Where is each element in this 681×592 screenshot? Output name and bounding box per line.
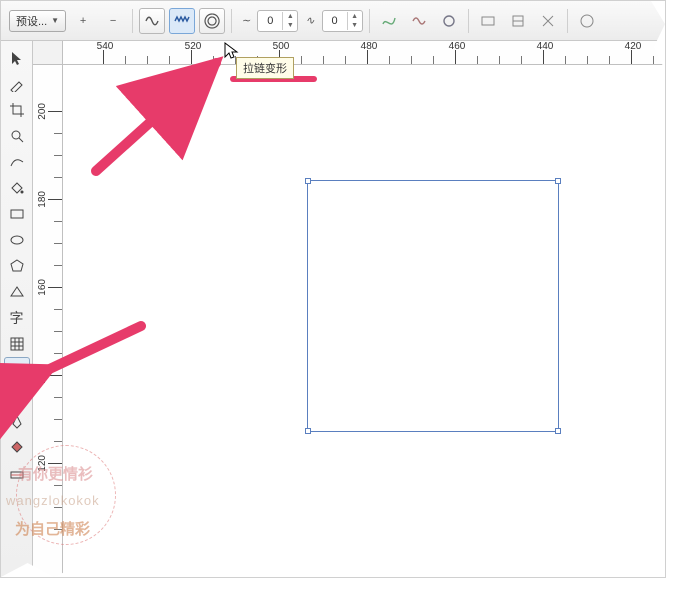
twister-distort-icon: [203, 12, 221, 30]
zipper-distort-icon: [173, 12, 191, 30]
option-a-icon: [479, 12, 497, 30]
frequency-spinner[interactable]: 0 ▲▼: [322, 10, 363, 32]
spinner-down-icon[interactable]: ▼: [283, 21, 297, 30]
handle-top-right[interactable]: [555, 178, 561, 184]
smooth-distort-button[interactable]: [406, 8, 432, 34]
interactive-fill-tool[interactable]: [4, 461, 30, 487]
vertical-ruler[interactable]: 200180160140120: [33, 65, 63, 577]
magnifier-icon: [9, 128, 25, 144]
random-distort-button[interactable]: [376, 8, 402, 34]
rectangle-tool[interactable]: [4, 201, 30, 227]
handle-bottom-right[interactable]: [555, 428, 561, 434]
add-preset-button[interactable]: +: [70, 8, 96, 34]
toolbox: 字: [1, 41, 33, 577]
bucket-icon: [9, 180, 25, 196]
push-pull-distort-icon: [143, 12, 161, 30]
random-icon: [380, 12, 398, 30]
separator: [567, 9, 568, 33]
pick-tool[interactable]: [4, 45, 30, 71]
separator: [132, 9, 133, 33]
crop-tool[interactable]: [4, 97, 30, 123]
option-d-icon: [578, 12, 596, 30]
ruler-origin[interactable]: [33, 41, 63, 65]
ellipse-tool[interactable]: [4, 227, 30, 253]
smooth-icon: [410, 12, 428, 30]
rectangle-icon: [9, 206, 25, 222]
fill-tool[interactable]: [4, 435, 30, 461]
tooltip: 拉链变形: [236, 57, 294, 79]
plus-icon: +: [80, 15, 86, 27]
separator: [468, 9, 469, 33]
distort-tool-icon: [8, 361, 26, 379]
shape-edit-icon: [9, 76, 25, 92]
ellipse-icon: [9, 232, 25, 248]
shape-tool[interactable]: [4, 71, 30, 97]
polygon-tool[interactable]: [4, 253, 30, 279]
outline-tool[interactable]: [4, 409, 30, 435]
amplitude-value: 0: [258, 15, 282, 27]
frequency-value: 0: [323, 15, 347, 27]
horizontal-ruler[interactable]: 540520500480460440420: [63, 41, 665, 65]
text-tool[interactable]: 字: [4, 305, 30, 331]
twister-distort-button[interactable]: [199, 8, 225, 34]
selected-rectangle-shape[interactable]: [307, 180, 559, 432]
text-icon: 字: [10, 308, 24, 328]
drawing-canvas[interactable]: [63, 65, 665, 577]
option-a-button[interactable]: [475, 8, 501, 34]
smart-fill-tool[interactable]: [4, 175, 30, 201]
amplitude-spinner[interactable]: 0 ▲▼: [257, 10, 298, 32]
frequency-icon: ∿: [305, 14, 314, 27]
spinner-up-icon[interactable]: ▲: [283, 12, 297, 21]
chevron-down-icon: ▼: [51, 16, 59, 25]
local-icon: [440, 12, 458, 30]
option-c-icon: [539, 12, 557, 30]
arrow-cursor-icon: [9, 50, 25, 66]
option-d-button[interactable]: [574, 8, 600, 34]
basic-shapes-tool[interactable]: [4, 279, 30, 305]
app-window: 预设... ▼ + − ∼ 0 ▲▼ ∿ 0 ▲▼: [0, 0, 666, 578]
interactive-fill-icon: [9, 466, 25, 482]
remove-preset-button[interactable]: −: [100, 8, 126, 34]
polygon-icon: [9, 258, 25, 274]
handle-bottom-left[interactable]: [305, 428, 311, 434]
basic-shapes-icon: [9, 284, 25, 300]
eyedropper-tool[interactable]: [4, 383, 30, 409]
eyedropper-icon: [9, 388, 25, 404]
separator: [369, 9, 370, 33]
zoom-tool[interactable]: [4, 123, 30, 149]
zipper-distort-button[interactable]: [169, 8, 195, 34]
pen-nib-icon: [9, 414, 25, 430]
interactive-distort-tool[interactable]: [4, 357, 30, 383]
presets-dropdown[interactable]: 预设... ▼: [9, 10, 66, 32]
separator: [231, 9, 232, 33]
amplitude-icon: ∼: [241, 14, 250, 27]
option-c-button[interactable]: [535, 8, 561, 34]
property-bar: 预设... ▼ + − ∼ 0 ▲▼ ∿ 0 ▲▼: [1, 1, 665, 41]
table-icon: [9, 336, 25, 352]
local-distort-button[interactable]: [436, 8, 462, 34]
crop-icon: [9, 102, 25, 118]
option-b-icon: [509, 12, 527, 30]
table-tool[interactable]: [4, 331, 30, 357]
freehand-tool[interactable]: [4, 149, 30, 175]
option-b-button[interactable]: [505, 8, 531, 34]
spinner-up-icon[interactable]: ▲: [348, 12, 362, 21]
push-pull-distort-button[interactable]: [139, 8, 165, 34]
minus-icon: −: [110, 15, 116, 27]
spinner-down-icon[interactable]: ▼: [348, 21, 362, 30]
tooltip-text: 拉链变形: [243, 63, 287, 75]
freehand-icon: [9, 154, 25, 170]
fill-icon: [9, 440, 25, 456]
presets-label: 预设...: [16, 13, 47, 29]
handle-top-left[interactable]: [305, 178, 311, 184]
